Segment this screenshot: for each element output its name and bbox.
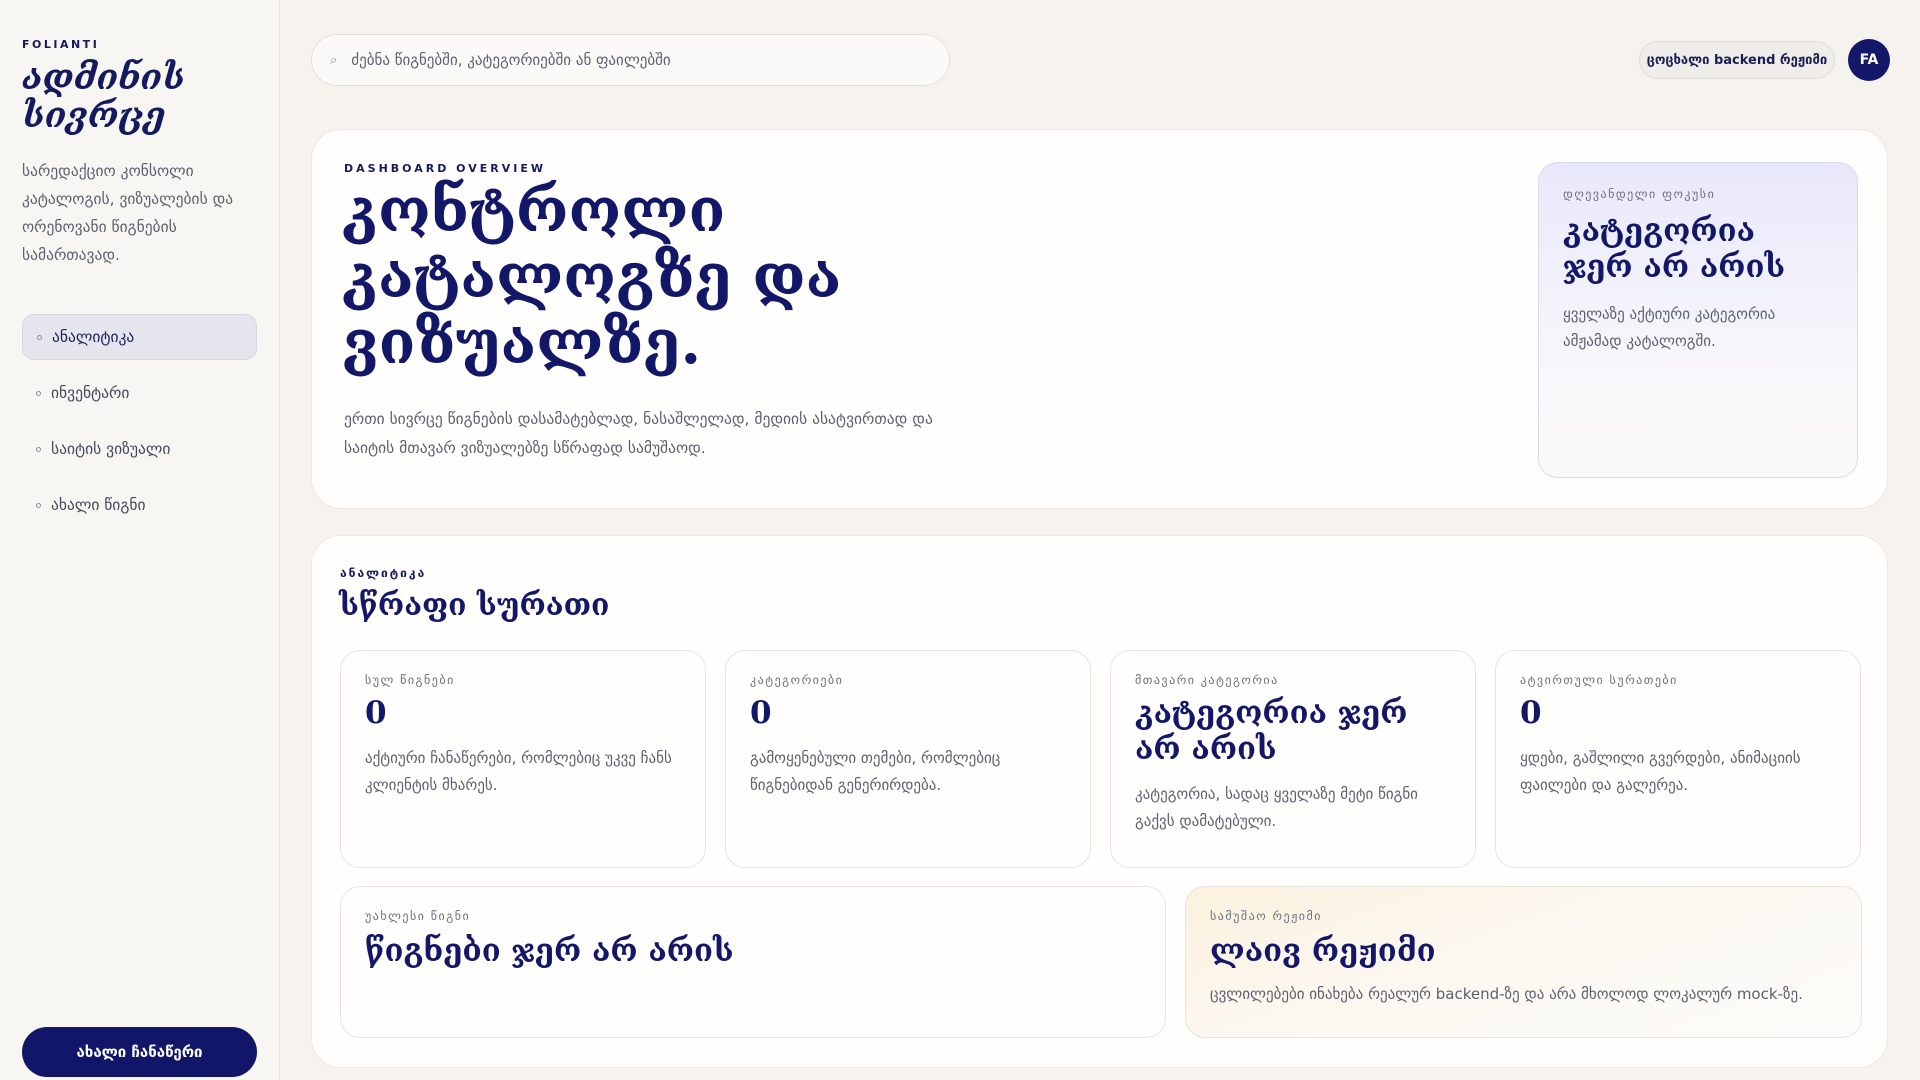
- stat-value: 0: [1520, 695, 1542, 731]
- stat-value: 0: [750, 695, 772, 731]
- search-bar: ⌕: [311, 34, 950, 86]
- avatar[interactable]: FA: [1848, 39, 1890, 81]
- sidebar-nav: ანალიტიკა ინვენტარი საიტის ვიზუალი ახალი…: [22, 314, 257, 528]
- analytics-kicker: ანალიტიკა: [340, 566, 427, 580]
- bullet-icon: [36, 446, 41, 452]
- stat-label: ატვირთული სურათები: [1520, 673, 1678, 687]
- stat-card-total-books: სულ წიგნები 0 აქტიური ჩანაწერები, რომლებ…: [340, 650, 706, 868]
- analytics-title: სწრაფი სურათი: [339, 588, 610, 623]
- sidebar-item-inventory[interactable]: ინვენტარი: [22, 370, 257, 416]
- focus-description: ყველაზე აქტიური კატეგორია ამჟამად კატალო…: [1563, 305, 1776, 350]
- hero-kicker: DASHBOARD OVERVIEW: [344, 162, 546, 175]
- dashboard-overview-panel: DASHBOARD OVERVIEW კონტროლი კატალოგზე და…: [311, 129, 1888, 509]
- hero-description: ერთი სივრცე წიგნების დასამატებლად, ნასაშ…: [344, 410, 933, 457]
- stat-description: ყდები, გაშლილი გვერდები, ანიმაციის ფაილე…: [1520, 749, 1801, 794]
- mode-title: ლაივ რეჟიმი: [1210, 933, 1436, 969]
- stat-description: კატეგორია, სადაც ყველაზე მეტი წიგნი გაქვ…: [1135, 785, 1418, 830]
- bullet-icon: [36, 390, 41, 396]
- search-icon: ⌕: [330, 52, 338, 68]
- newest-title: წიგნები ჯერ არ არის: [365, 933, 734, 969]
- sidebar: FOLIANTI ადმინის სივრცე სარედაქციო კონსო…: [0, 0, 280, 1080]
- mode-description: ცვლილებები ინახება რეალურ backend-ზე და …: [1210, 985, 1803, 1003]
- stat-value: 0: [365, 695, 387, 731]
- stat-label: სულ წიგნები: [365, 673, 455, 687]
- sidebar-item-label: ინვენტარი: [51, 384, 130, 402]
- today-focus-card: დღევანდელი ფოკუსი კატეგორია ჯერ არ არის …: [1538, 162, 1858, 478]
- backend-mode-badge[interactable]: ცოცხალი backend რეჟიმი: [1639, 41, 1835, 79]
- stat-description: გამოყენებული თემები, რომლებიც წიგნებიდან…: [750, 749, 1001, 794]
- stat-card-categories: კატეგორიები 0 გამოყენებული თემები, რომლე…: [725, 650, 1091, 868]
- brand-kicker: FOLIANTI: [22, 38, 100, 51]
- stat-description: აქტიური ჩანაწერები, რომლებიც უკვე ჩანს კ…: [365, 749, 672, 794]
- mode-label: სამუშაო რეჟიმი: [1210, 909, 1323, 923]
- new-entry-button[interactable]: ახალი ჩანაწერი: [22, 1027, 257, 1077]
- page-title: კონტროლი კატალოგზე და ვიზუალზე.: [342, 176, 842, 378]
- analytics-panel: ანალიტიკა სწრაფი სურათი სულ წიგნები 0 აქ…: [311, 535, 1888, 1068]
- bullet-icon: [36, 502, 41, 508]
- brand-description: სარედაქციო კონსოლი კატალოგის, ვიზუალების…: [22, 162, 234, 264]
- bullet-icon: [37, 334, 42, 340]
- search-input[interactable]: [351, 51, 912, 69]
- sidebar-item-label: ანალიტიკა: [52, 328, 135, 346]
- stat-card-main-category: მთავარი კატეგორია კატეგორია ჯერ არ არის …: [1110, 650, 1476, 868]
- newest-label: უახლესი წიგნი: [365, 909, 471, 923]
- newest-book-card: უახლესი წიგნი წიგნები ჯერ არ არის: [340, 886, 1166, 1038]
- sidebar-item-label: საიტის ვიზუალი: [51, 440, 171, 458]
- stat-card-uploaded-images: ატვირთული სურათები 0 ყდები, გაშლილი გვერ…: [1495, 650, 1861, 868]
- focus-title: კატეგორია ჯერ არ არის: [1563, 213, 1786, 285]
- stat-value: კატეგორია ჯერ არ არის: [1135, 695, 1408, 767]
- brand-title: ადმინის სივრცე: [22, 57, 186, 136]
- stat-label: კატეგორიები: [750, 673, 844, 687]
- stat-label: მთავარი კატეგორია: [1135, 673, 1279, 687]
- sidebar-item-new-book[interactable]: ახალი წიგნი: [22, 482, 257, 528]
- work-mode-card: სამუშაო რეჟიმი ლაივ რეჟიმი ცვლილებები ინ…: [1185, 886, 1862, 1038]
- sidebar-item-label: ახალი წიგნი: [51, 496, 146, 514]
- sidebar-item-analytics[interactable]: ანალიტიკა: [22, 314, 257, 360]
- focus-label: დღევანდელი ფოკუსი: [1563, 187, 1716, 201]
- sidebar-item-site-visuals[interactable]: საიტის ვიზუალი: [22, 426, 257, 472]
